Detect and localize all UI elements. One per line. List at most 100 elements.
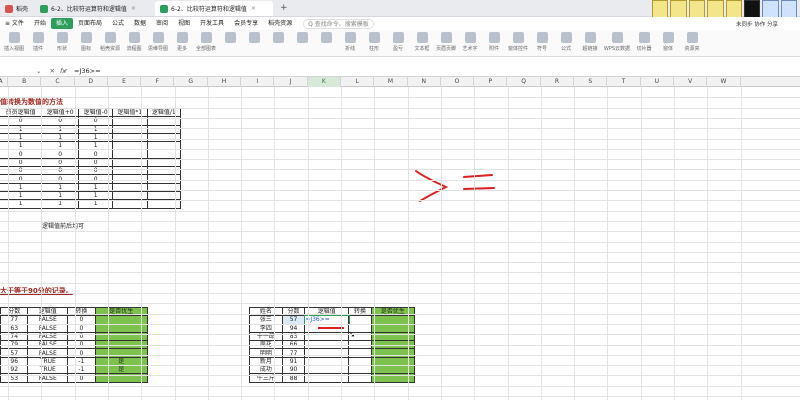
search-input[interactable]: Q 查找命令、搜索模板 (303, 18, 374, 29)
column-header-B[interactable]: B (8, 77, 42, 87)
table-cell[interactable] (304, 365, 350, 375)
table-cell[interactable]: 明明 (249, 348, 283, 358)
table-cell[interactable]: 57 (281, 315, 306, 325)
table-cell[interactable]: 1 (0, 190, 42, 201)
table-cell[interactable] (348, 365, 372, 375)
table-cell[interactable]: =J36>= (303, 314, 350, 326)
column-header-E[interactable]: E (108, 77, 142, 87)
new-tab-button[interactable]: + (275, 1, 293, 16)
ribbon-button-13[interactable] (314, 30, 338, 56)
ribbon-button-23[interactable]: 公式 (554, 30, 578, 56)
table-cell[interactable]: 0 (0, 149, 42, 159)
ribbon-button-8[interactable]: 全部图表 (194, 30, 218, 56)
table-cell[interactable]: 77 (281, 348, 306, 358)
table-cell[interactable] (94, 348, 149, 358)
column-header-T[interactable]: T (607, 77, 641, 87)
column-header-P[interactable]: P (474, 77, 508, 87)
table-cell[interactable]: FALSE (27, 348, 69, 358)
formula-input[interactable]: =J36>= (70, 67, 101, 75)
ribbon-button-20[interactable]: 附件 (482, 30, 506, 56)
table-cell[interactable] (348, 315, 372, 325)
ribbon-button-4[interactable]: 稻壳资源 (98, 30, 122, 56)
ribbon-button-2[interactable]: 形状 (50, 30, 74, 56)
close-icon[interactable]: × (251, 5, 256, 12)
table-cell[interactable]: 77 (0, 315, 29, 325)
ribbon-button-5[interactable]: 流程图 (122, 30, 146, 56)
column-header-U[interactable]: U (641, 77, 674, 87)
menu-item-review[interactable]: 审阅 (151, 18, 173, 29)
column-header-F[interactable]: F (141, 77, 175, 87)
ribbon-button-6[interactable]: 思维导图 (146, 30, 170, 56)
menu-item-insert[interactable]: 插入 (50, 18, 73, 29)
column-header-N[interactable]: N (408, 77, 441, 87)
ribbon-button-11[interactable] (266, 30, 290, 56)
menu-item-docer[interactable]: 稻壳资源 (263, 18, 297, 29)
menu-item-formulas[interactable]: 公式 (107, 18, 129, 29)
table-cell[interactable]: 94 (281, 323, 306, 333)
ribbon-button-10[interactable] (242, 30, 266, 56)
ribbon-button-12[interactable] (290, 30, 314, 56)
fx-icon[interactable]: fx (60, 67, 70, 75)
table-cell[interactable]: 是 (94, 365, 149, 375)
column-header-J[interactable]: J (274, 77, 308, 87)
table-cell[interactable]: FALSE (27, 323, 69, 333)
table-cell[interactable]: 0 (67, 315, 96, 325)
table-cell[interactable] (348, 348, 372, 358)
ribbon-button-19[interactable]: 艺术字 (458, 30, 482, 56)
ribbon-button-17[interactable]: 文本框 (410, 30, 434, 56)
table-cell[interactable]: 0 (67, 348, 96, 358)
table-cell[interactable]: 92 (0, 365, 29, 375)
table-cell[interactable] (94, 315, 149, 325)
ribbon-button-3[interactable]: 图标 (74, 30, 98, 56)
table-cell[interactable]: 1 (40, 190, 80, 201)
sheet-grid[interactable]: ABCDEFGHIJKLMNOPQRSTUVW 值转换为数值的方法 员员逻辑值逻… (0, 77, 800, 400)
ribbon-button-21[interactable]: 窗体控件 (506, 30, 530, 56)
menu-item-data[interactable]: 数据 (129, 18, 151, 29)
menu-item-view[interactable]: 视图 (173, 18, 195, 29)
menu-item-home[interactable]: 开始 (29, 18, 51, 29)
user-actions[interactable]: 未同步 协作 分享 (736, 20, 778, 28)
table-cell[interactable] (94, 323, 149, 333)
column-header-L[interactable]: L (341, 77, 375, 87)
table-cell[interactable]: 63 (0, 323, 29, 333)
menu-item-developer[interactable]: 开发工具 (195, 18, 229, 29)
column-header-M[interactable]: M (374, 77, 408, 87)
column-header-D[interactable]: D (75, 77, 108, 87)
table-cell[interactable]: 0 (40, 166, 80, 176)
table-cell[interactable]: 0 (0, 166, 42, 176)
ribbon-button-0[interactable]: 插入视图 (2, 30, 26, 56)
cancel-icon[interactable]: ✕ (49, 67, 54, 75)
table-cell[interactable]: 90 (281, 365, 306, 375)
table-cell[interactable]: 1 (0, 124, 42, 134)
table-cell[interactable]: -1 (67, 365, 96, 375)
column-header-cell[interactable]: 员员逻辑值 (0, 107, 42, 118)
ribbon-button-27[interactable]: 窗体 (656, 30, 680, 56)
table-cell[interactable]: 0 (40, 149, 80, 159)
table-cell[interactable]: 57 (0, 348, 29, 358)
ribbon-button-26[interactable]: 切片器 (632, 30, 656, 56)
column-header-S[interactable]: S (574, 77, 608, 87)
table-cell[interactable]: FALSE (27, 315, 69, 325)
ribbon-button-15[interactable]: 柱形 (362, 30, 386, 56)
table-cell[interactable]: 李四 (249, 323, 283, 333)
ribbon-button-7[interactable]: 更多 (170, 30, 194, 56)
menu-item-page-layout[interactable]: 页面布局 (73, 18, 107, 29)
column-header-H[interactable]: H (208, 77, 242, 87)
close-icon[interactable]: × (131, 5, 136, 12)
table-cell[interactable]: 成功 (249, 365, 283, 375)
menu-item-file[interactable]: ≡ 文件 (0, 18, 29, 29)
dropdown-icon[interactable]: ⌄ (36, 67, 41, 75)
table-cell[interactable]: 张三 (249, 315, 283, 325)
cell-area[interactable]: 值转换为数值的方法 员员逻辑值 逻辑值+0 逻辑值-0 逻辑值*1 逻辑值/1 0 0 0 1 1… (0, 87, 800, 400)
column-header-cell[interactable]: 逻辑值+0 (40, 107, 80, 118)
column-header-I[interactable]: I (241, 77, 275, 87)
ribbon-button-1[interactable]: 插件 (26, 30, 50, 56)
column-header-K[interactable]: K (307, 77, 341, 87)
column-header-V[interactable]: V (674, 77, 708, 87)
table-cell[interactable]: TRUE (27, 365, 69, 375)
table-cell[interactable] (304, 348, 350, 358)
ribbon-button-22[interactable]: 符号 (530, 30, 554, 56)
table-cell[interactable]: 1 (40, 124, 80, 134)
column-header-R[interactable]: R (541, 77, 575, 87)
ribbon-button-18[interactable]: 页眉页脚 (434, 30, 458, 56)
